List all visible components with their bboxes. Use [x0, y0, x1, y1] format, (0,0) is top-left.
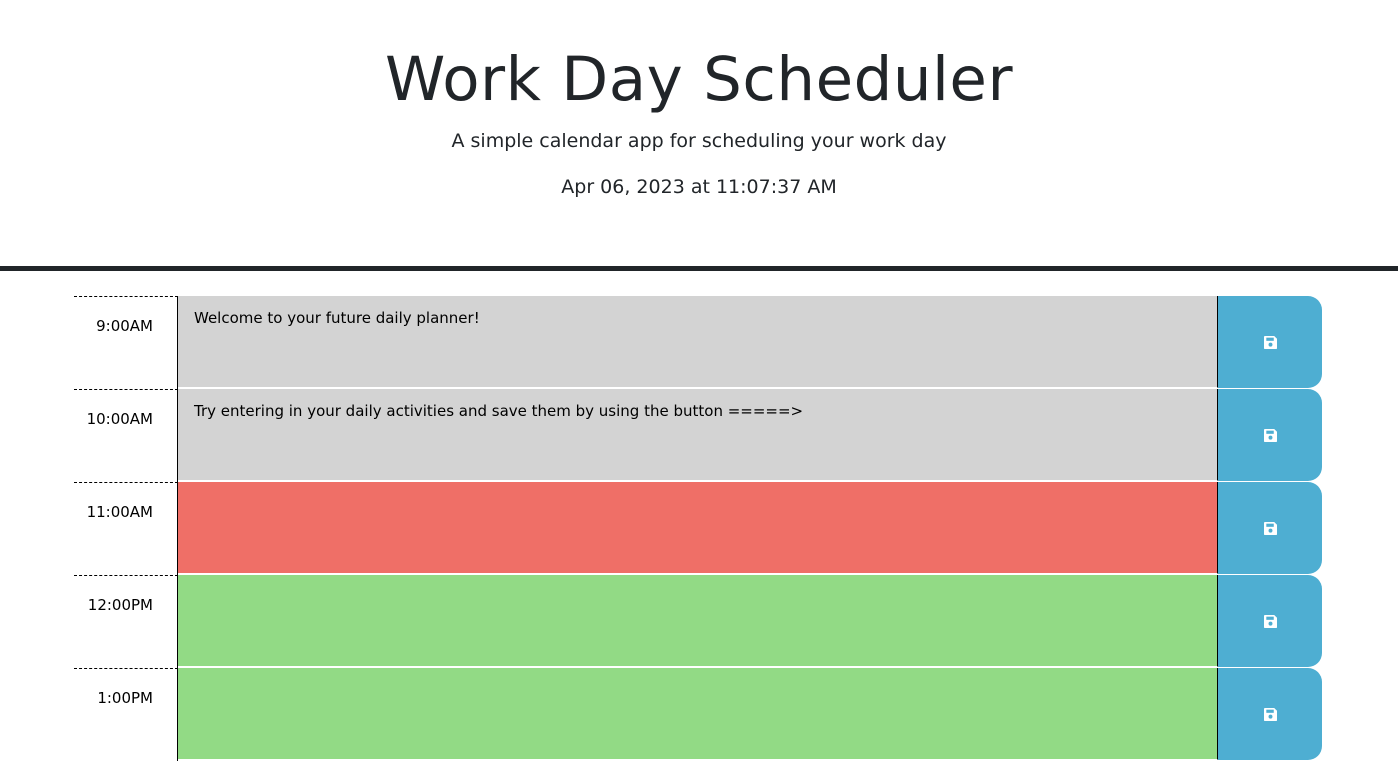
floppy-disk-icon [1263, 521, 1277, 535]
description-10am[interactable]: Try entering in your daily activities an… [178, 389, 1218, 481]
time-block-9am: 9:00AM Welcome to your future daily plan… [74, 296, 1322, 389]
time-block-11am: 11:00AM [74, 482, 1322, 575]
header: Work Day Scheduler A simple calendar app… [0, 0, 1398, 271]
save-button-9am[interactable] [1218, 296, 1322, 388]
floppy-disk-icon [1263, 428, 1277, 442]
page-title: Work Day Scheduler [384, 44, 1014, 115]
description-9am[interactable]: Welcome to your future daily planner! [178, 296, 1218, 388]
description-1pm[interactable] [178, 668, 1218, 760]
save-button-12pm[interactable] [1218, 575, 1322, 667]
save-button-1pm[interactable] [1218, 668, 1322, 760]
save-button-10am[interactable] [1218, 389, 1322, 481]
hour-label: 11:00AM [74, 482, 178, 575]
save-button-11am[interactable] [1218, 482, 1322, 574]
time-block-10am: 10:00AM Try entering in your daily activ… [74, 389, 1322, 482]
floppy-disk-icon [1263, 707, 1277, 721]
floppy-disk-icon [1263, 335, 1277, 349]
page-subtitle: A simple calendar app for scheduling you… [451, 130, 947, 152]
current-date: Apr 06, 2023 at 11:07:37 AM [561, 176, 837, 198]
time-block-12pm: 12:00PM [74, 575, 1322, 668]
time-block-1pm: 1:00PM [74, 668, 1322, 761]
hour-label: 9:00AM [74, 296, 178, 389]
hour-label: 1:00PM [74, 668, 178, 761]
schedule: 9:00AM Welcome to your future daily plan… [74, 296, 1322, 761]
description-12pm[interactable] [178, 575, 1218, 667]
floppy-disk-icon [1263, 614, 1277, 628]
hour-label: 10:00AM [74, 389, 178, 482]
hour-label: 12:00PM [74, 575, 178, 668]
description-11am[interactable] [178, 482, 1218, 574]
